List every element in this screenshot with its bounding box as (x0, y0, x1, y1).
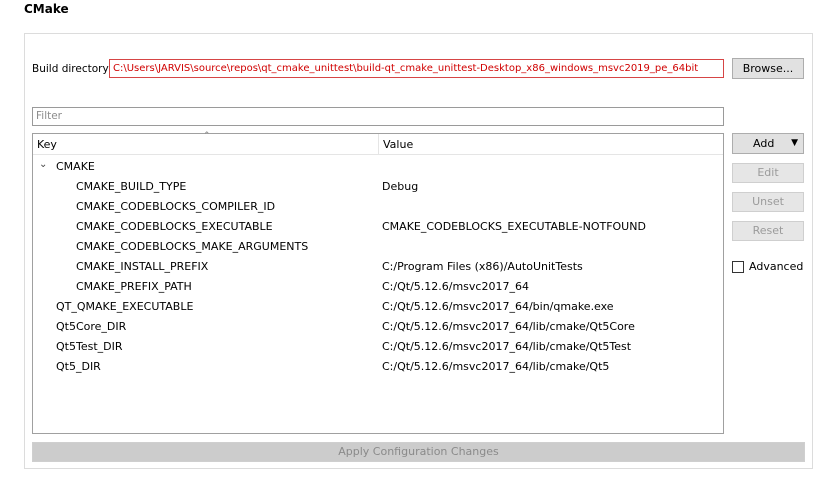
tree-row-value: C:/Qt/5.12.6/msvc2017_64/lib/cmake/Qt5Te… (382, 340, 632, 353)
tree-row-key: CMAKE (56, 160, 95, 173)
tree-row-key: CMAKE_INSTALL_PREFIX (76, 260, 209, 273)
tree-row-key: Qt5Core_DIR (56, 320, 127, 333)
tree-row[interactable]: CMAKE_BUILD_TYPE Debug (33, 177, 723, 197)
add-button[interactable]: Add ▼ (732, 133, 804, 154)
tree-row[interactable]: CMAKE_CODEBLOCKS_EXECUTABLE CMAKE_CODEBL… (33, 217, 723, 237)
cmake-config-tree[interactable]: ⌃ Key Value ⌄ CMAKE CMAKE_BUILD_TYPE Deb… (32, 131, 724, 434)
tree-row[interactable]: CMAKE_CODEBLOCKS_COMPILER_ID (33, 197, 723, 217)
column-separator[interactable] (378, 134, 379, 154)
tree-row[interactable]: Qt5_DIR C:/Qt/5.12.6/msvc2017_64/lib/cma… (33, 357, 723, 377)
tree-row[interactable]: Qt5Test_DIR C:/Qt/5.12.6/msvc2017_64/lib… (33, 337, 723, 357)
tree-header: ⌃ Key Value (33, 131, 723, 155)
tree-row[interactable]: QT_QMAKE_EXECUTABLE C:/Qt/5.12.6/msvc201… (33, 297, 723, 317)
tree-row-key: Qt5_DIR (56, 360, 101, 373)
tree-row[interactable]: CMAKE_CODEBLOCKS_MAKE_ARGUMENTS (33, 237, 723, 257)
tree-row[interactable]: CMAKE_INSTALL_PREFIX C:/Program Files (x… (33, 257, 723, 277)
unset-button[interactable]: Unset (732, 192, 804, 212)
browse-button[interactable]: Browse... (732, 58, 804, 79)
tree-row-key: CMAKE_CODEBLOCKS_EXECUTABLE (76, 220, 273, 233)
tree-row-value: C:/Qt/5.12.6/msvc2017_64/lib/cmake/Qt5 (382, 360, 610, 373)
tree-row-key: QT_QMAKE_EXECUTABLE (56, 300, 194, 313)
advanced-checkbox[interactable] (732, 261, 744, 273)
reset-button[interactable]: Reset (732, 221, 804, 241)
tree-row[interactable]: Qt5Core_DIR C:/Qt/5.12.6/msvc2017_64/lib… (33, 317, 723, 337)
tree-row-value: C:/Program Files (x86)/AutoUnitTests (382, 260, 583, 273)
filter-input[interactable]: Filter (32, 107, 724, 126)
tree-row-key: CMAKE_PREFIX_PATH (76, 280, 192, 293)
tree-row-value: C:/Qt/5.12.6/msvc2017_64/lib/cmake/Qt5Co… (382, 320, 635, 333)
sort-indicator-icon: ⌃ (203, 131, 211, 141)
tree-row[interactable]: CMAKE_PREFIX_PATH C:/Qt/5.12.6/msvc2017_… (33, 277, 723, 297)
tree-row-value: CMAKE_CODEBLOCKS_EXECUTABLE-NOTFOUND (382, 220, 646, 233)
apply-configuration-button[interactable]: Apply Configuration Changes (32, 442, 805, 462)
tree-group-row[interactable]: ⌄ CMAKE (33, 157, 723, 177)
chevron-down-icon[interactable]: ⌄ (39, 159, 47, 170)
section-title: CMake (24, 2, 69, 16)
tree-row-key: CMAKE_BUILD_TYPE (76, 180, 187, 193)
dropdown-arrow-icon: ▼ (791, 138, 798, 148)
build-directory-label: Build directory: (32, 63, 112, 75)
add-button-label: Add (753, 137, 775, 150)
tree-row-key: Qt5Test_DIR (56, 340, 123, 353)
tree-row-key: CMAKE_CODEBLOCKS_COMPILER_ID (76, 200, 276, 213)
tree-row-value: C:/Qt/5.12.6/msvc2017_64/bin/qmake.exe (382, 300, 614, 313)
column-header-value[interactable]: Value (383, 138, 413, 151)
advanced-label[interactable]: Advanced (749, 260, 803, 273)
edit-button[interactable]: Edit (732, 163, 804, 183)
build-directory-input[interactable]: C:\Users\JARVIS\source\repos\qt_cmake_un… (109, 59, 724, 78)
tree-row-key: CMAKE_CODEBLOCKS_MAKE_ARGUMENTS (76, 240, 309, 253)
tree-row-value: C:/Qt/5.12.6/msvc2017_64 (382, 280, 529, 293)
column-header-key[interactable]: Key (37, 138, 57, 151)
tree-row-value: Debug (382, 180, 419, 193)
